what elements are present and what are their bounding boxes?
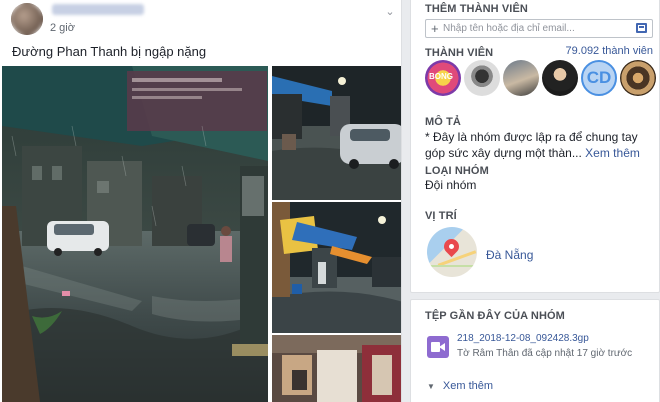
chevron-down-icon[interactable]: ⌄: [383, 5, 397, 19]
see-more-link[interactable]: Xem thêm: [585, 146, 640, 160]
video-file-icon: [427, 336, 449, 358]
member-avatar[interactable]: [620, 60, 656, 96]
file-meta: Tờ Râm Thân đã cập nhật 17 giờ trước: [457, 348, 633, 359]
member-avatar[interactable]: BONG: [425, 60, 461, 96]
add-members-title: THÊM THÀNH VIÊN: [425, 3, 528, 15]
post-photo-4[interactable]: [272, 335, 401, 402]
post-photo-3[interactable]: [272, 202, 401, 333]
author-name-blurred[interactable]: [52, 4, 144, 15]
group-description: * Đây là nhóm được lập ra để chung tay g…: [425, 129, 655, 161]
see-more-files-link[interactable]: ▼ Xem thêm: [427, 380, 493, 392]
member-count-link[interactable]: 79.092 thành viên: [566, 45, 653, 57]
map-road: [427, 265, 477, 267]
plus-icon: +: [431, 21, 439, 36]
address-book-icon[interactable]: [636, 23, 647, 33]
post-header: 2 giờ ⌄: [0, 0, 401, 40]
group-type-value: Đội nhóm: [425, 178, 477, 192]
author-avatar[interactable]: [11, 3, 43, 35]
map-pin-icon: [440, 235, 463, 258]
post-text: Đường Phan Thanh bị ngập nặng: [12, 44, 207, 59]
feed-post: 2 giờ ⌄ Đường Phan Thanh bị ngập nặng: [0, 0, 402, 402]
chevron-down-icon: ▼: [427, 382, 435, 391]
invite-member-input[interactable]: [443, 21, 633, 36]
member-avatar[interactable]: [542, 60, 578, 96]
post-photo-main[interactable]: [2, 66, 268, 402]
recent-files-card: TỆP GẦN ĐÂY CỦA NHÓM 218_2018-12-08_0924…: [410, 299, 660, 402]
see-more-label: Xem thêm: [442, 380, 494, 392]
location-link[interactable]: Đà Nẵng: [486, 248, 533, 262]
file-item[interactable]: 218_2018-12-08_092428.3gp Tờ Râm Thân đã…: [425, 332, 655, 362]
members-title: THÀNH VIÊN: [425, 47, 494, 59]
post-photo-2[interactable]: [272, 66, 401, 200]
file-name-link[interactable]: 218_2018-12-08_092428.3gp: [457, 333, 589, 344]
description-title: MÔ TẢ: [425, 116, 461, 128]
invite-member-box[interactable]: +: [425, 19, 653, 38]
recent-files-title: TỆP GẦN ĐÂY CỦA NHÓM: [425, 310, 565, 322]
location-title: VỊ TRÍ: [425, 210, 457, 222]
post-timestamp[interactable]: 2 giờ: [50, 22, 75, 34]
member-avatar[interactable]: [503, 60, 539, 96]
group-type-title: LOẠI NHÓM: [425, 165, 489, 177]
group-sidebar: THÊM THÀNH VIÊN + THÀNH VIÊN 79.092 thàn…: [410, 0, 660, 402]
map-thumbnail[interactable]: [427, 227, 477, 277]
group-info-card: THÊM THÀNH VIÊN + THÀNH VIÊN 79.092 thàn…: [410, 0, 660, 293]
member-avatar[interactable]: CD: [581, 60, 617, 96]
avatar-text: BONG: [429, 72, 453, 81]
member-avatar[interactable]: [464, 60, 500, 96]
